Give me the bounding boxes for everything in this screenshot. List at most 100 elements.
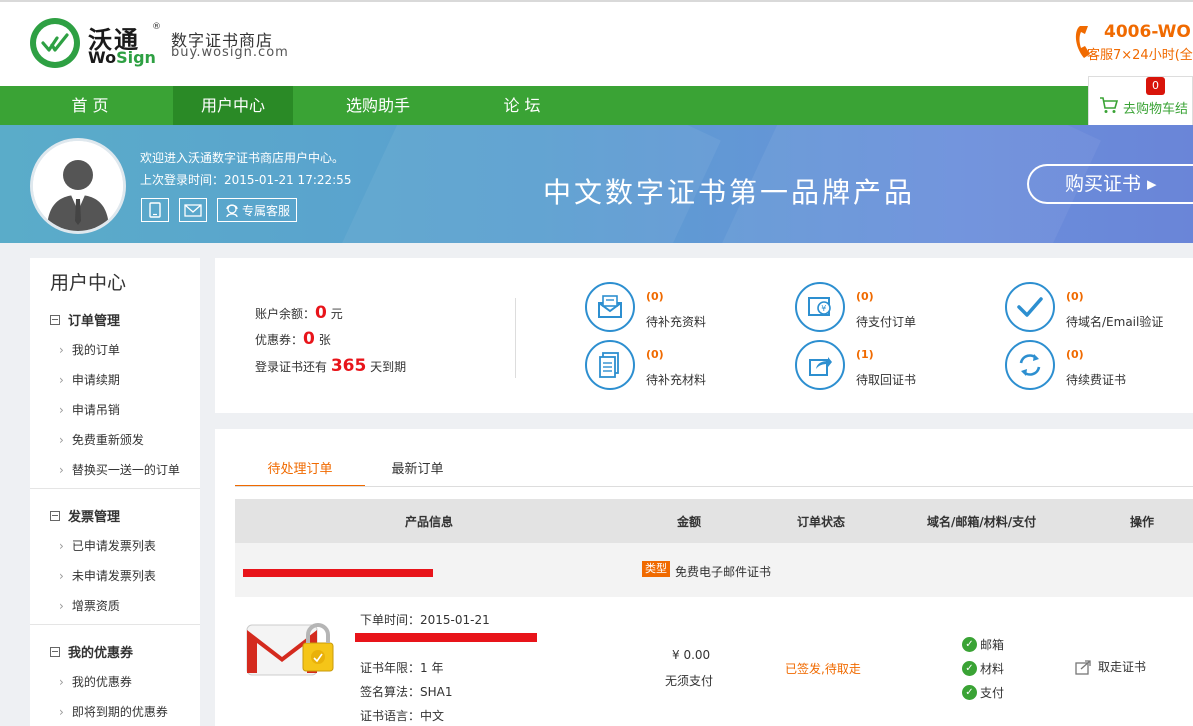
sidebar-item-reissue[interactable]: 免费重新颁发	[59, 431, 144, 448]
order-amount: ¥ 0.00	[672, 648, 711, 662]
redacted-order-id	[243, 569, 433, 577]
stat-label[interactable]: 待补充资料	[646, 313, 706, 330]
order-time: 下单时间：2015-01-21	[360, 613, 490, 627]
hotline-number: 4006-WO	[1104, 22, 1191, 42]
order-header-row: 类型 免费电子邮件证书	[235, 543, 1193, 597]
coupon-line: 优惠券：0 张	[255, 329, 331, 349]
nav-user-center[interactable]: 用户中心	[173, 86, 293, 125]
stat-label[interactable]: 待补充材料	[646, 371, 706, 388]
sidebar-item-coupons[interactable]: 我的优惠券	[59, 673, 132, 690]
mobile-button[interactable]	[141, 198, 169, 222]
order-status: 已签发,待取走	[785, 662, 861, 676]
orders-table-header: 产品信息 金额 订单状态 域名/邮箱/材料/支付 操作	[235, 499, 1193, 543]
stat-count: (0)	[646, 348, 664, 361]
stat-count: (0)	[856, 290, 874, 303]
cert-expiry-line: 登录证书还有 365 天到期	[255, 356, 407, 376]
check-circle-icon: ✓	[962, 637, 977, 652]
sidebar: 用户中心 订单管理 我的订单 申请续期 申请吊销 免费重新颁发 替换买一送一的订…	[30, 258, 200, 726]
gmail-lock-icon	[245, 617, 340, 687]
divider	[515, 298, 516, 378]
retrieve-cert-button[interactable]: 取走证书	[1075, 658, 1146, 675]
sidebar-item-renew[interactable]: 申请续期	[59, 371, 120, 388]
banner-slogan: 中文数字证书第一品牌产品	[543, 176, 916, 209]
column-amount: 金额	[677, 515, 702, 529]
column-status: 订单状态	[797, 515, 846, 529]
cart-button[interactable]: 0 去购物车结	[1088, 76, 1193, 125]
wosign-logo[interactable]: 沃通 ® WoSign	[30, 18, 165, 70]
email-button[interactable]	[179, 198, 207, 222]
checkmark-icon[interactable]	[1005, 282, 1055, 332]
hotline-subtitle: 客服7×24小时(全	[1087, 48, 1193, 63]
check-circle-icon: ✓	[962, 661, 977, 676]
payment-icon[interactable]: ¥	[795, 282, 845, 332]
mobile-icon	[149, 202, 161, 218]
sidebar-item-my-orders[interactable]: 我的订单	[59, 341, 120, 358]
check-materials: ✓ 材料	[962, 660, 1004, 677]
site-header: 沃通 ® WoSign 数字证书商店 buy.wosign.com 4006-W…	[0, 2, 1193, 86]
headset-icon	[226, 204, 238, 218]
column-verification: 域名/邮箱/材料/支付	[927, 515, 1037, 529]
section-my-coupons[interactable]: 我的优惠券	[50, 642, 133, 661]
last-login-text: 上次登录时间：2015-01-21 17:22:55	[140, 173, 352, 187]
export-icon	[1075, 659, 1091, 675]
balance-line: 账户余额：0 元	[255, 303, 343, 323]
svg-text:¥: ¥	[821, 304, 826, 313]
tab-divider	[235, 486, 1193, 487]
column-action: 操作	[1130, 515, 1155, 529]
section-order-management[interactable]: 订单管理	[50, 310, 120, 329]
refresh-icon[interactable]	[1005, 340, 1055, 390]
brand-en: WoSign	[88, 48, 156, 67]
collapse-icon	[50, 314, 60, 325]
logo-mark-icon	[30, 18, 80, 68]
cart-icon	[1100, 97, 1119, 113]
user-banner: 欢迎进入沃通数字证书商店用户中心。 上次登录时间：2015-01-21 17:2…	[0, 125, 1193, 243]
cart-label: 去购物车结	[1123, 102, 1189, 117]
account-stats-panel: 账户余额：0 元 优惠券：0 张 登录证书还有 365 天到期 (0) 待补充资…	[215, 258, 1193, 413]
sidebar-item-expiring-coupons[interactable]: 即将到期的优惠券	[59, 703, 168, 720]
store-url: buy.wosign.com	[171, 45, 289, 60]
stat-count: (0)	[1066, 348, 1084, 361]
hotline: 4006-WO 客服7×24小时(全	[1070, 22, 1193, 72]
mail-icon	[184, 203, 202, 217]
tab-pending-orders[interactable]: 待处理订单	[235, 458, 365, 487]
stat-label[interactable]: 待域名/Email验证	[1066, 313, 1163, 330]
support-label: 专属客服	[241, 203, 290, 218]
stat-label[interactable]: 待取回证书	[856, 371, 916, 388]
sidebar-item-vat-qualification[interactable]: 增票资质	[59, 597, 120, 614]
envelope-doc-icon[interactable]	[585, 282, 635, 332]
cert-years: 证书年限：1 年	[360, 661, 444, 675]
nav-home[interactable]: 首 页	[30, 86, 150, 125]
check-email: ✓ 邮箱	[962, 636, 1004, 653]
sidebar-item-applied-invoices[interactable]: 已申请发票列表	[59, 537, 156, 554]
collapse-icon	[50, 510, 60, 521]
sidebar-item-revoke[interactable]: 申请吊销	[59, 401, 120, 418]
share-arrow-icon[interactable]	[795, 340, 845, 390]
sidebar-item-unapplied-invoices[interactable]: 未申请发票列表	[59, 567, 156, 584]
sidebar-item-bogo-orders[interactable]: 替换买一送一的订单	[59, 461, 180, 478]
reg-mark: ®	[152, 22, 161, 32]
collapse-icon	[50, 646, 60, 657]
stat-label[interactable]: 待支付订单	[856, 313, 916, 330]
product-name: 免费电子邮件证书	[675, 565, 772, 579]
check-circle-icon: ✓	[962, 685, 977, 700]
check-payment: ✓ 支付	[962, 684, 1004, 701]
type-badge: 类型	[642, 561, 670, 577]
expiry-days: 365	[330, 356, 367, 376]
section-invoice-management[interactable]: 发票管理	[50, 506, 120, 525]
stat-count: (1)	[856, 348, 874, 361]
nav-forum[interactable]: 论 坛	[462, 86, 582, 125]
column-product-info: 产品信息	[405, 515, 454, 529]
nav-purchase-assistant[interactable]: 选购助手	[318, 86, 438, 125]
support-button[interactable]: 专属客服	[217, 198, 297, 222]
signature-algorithm: 签名算法：SHA1	[360, 685, 453, 699]
document-icon[interactable]	[585, 340, 635, 390]
buy-certificate-button[interactable]: 购买证书 ▸	[1027, 164, 1193, 204]
cert-language: 证书语言：中文	[360, 709, 445, 723]
stat-label[interactable]: 待续费证书	[1066, 371, 1126, 388]
stat-count: (0)	[646, 290, 664, 303]
user-silhouette-icon	[33, 141, 123, 231]
welcome-text: 欢迎进入沃通数字证书商店用户中心。	[140, 151, 345, 165]
divider	[30, 624, 200, 625]
tab-latest-orders[interactable]: 最新订单	[365, 458, 470, 487]
payment-note: 无须支付	[665, 674, 714, 688]
